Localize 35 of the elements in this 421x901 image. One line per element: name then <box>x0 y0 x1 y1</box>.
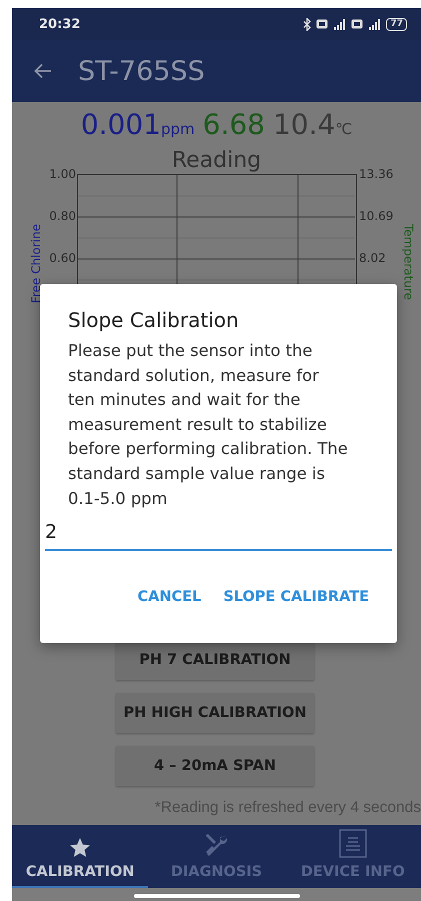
calibration-button[interactable]: PH HIGH CALIBRATION <box>116 693 314 733</box>
nav-tab[interactable]: DEVICE INFO <box>284 825 421 888</box>
reading-unit: ppm <box>160 120 195 138</box>
hd-icon <box>316 18 328 30</box>
reading-value: 10.4 <box>272 108 336 141</box>
calibration-button[interactable]: PH 7 CALIBRATION <box>116 640 314 680</box>
axis-title: Free Chlorine <box>30 224 43 304</box>
reading-value: 6.68 <box>202 108 265 141</box>
bluetooth-icon <box>303 18 312 30</box>
calibration-button[interactable]: 4 – 20mA SPAN <box>116 746 314 786</box>
reading-unit: ℃ <box>335 120 352 138</box>
status-time: 20:32 <box>39 16 80 32</box>
axis-tick-label: 0.80 <box>49 208 76 225</box>
device-title: ST-765SS <box>78 56 205 86</box>
signal-icon <box>333 18 346 30</box>
axis-title: Temperature <box>401 224 414 300</box>
dialog-title: Slope Calibration <box>68 308 240 332</box>
dialog-message: Please put the sensor into the standard solution, measure for ten minutes and wait for the measurement result to stabilize before performing calibration. The standard sample value range is 0.1-5.0 ppm <box>68 340 349 510</box>
dialog-action-button[interactable]: SLOPE CALIBRATE <box>217 585 375 610</box>
axis-tick-label: 13.36 <box>359 166 394 183</box>
axis-tick-label: 1.00 <box>49 166 76 183</box>
signal-icon <box>368 18 382 30</box>
reading-value: 0.001 <box>80 108 161 141</box>
document-icon[interactable] <box>338 829 367 858</box>
back-arrow-icon[interactable] <box>34 63 52 79</box>
axis-tick-label: 10.69 <box>359 208 394 225</box>
chart-title: Reading <box>172 148 262 174</box>
nav-tab[interactable]: DIAGNOSIS <box>148 825 285 888</box>
value-input-field[interactable]: 2 <box>45 517 392 552</box>
axis-tick-label: 0.60 <box>49 250 76 267</box>
dialog-action-button[interactable]: CANCEL <box>132 585 208 610</box>
axis-tick-label: 8.02 <box>359 250 387 267</box>
hd-icon <box>351 18 364 30</box>
battery-icon: 77 <box>386 18 407 30</box>
star-icon[interactable] <box>69 837 92 858</box>
